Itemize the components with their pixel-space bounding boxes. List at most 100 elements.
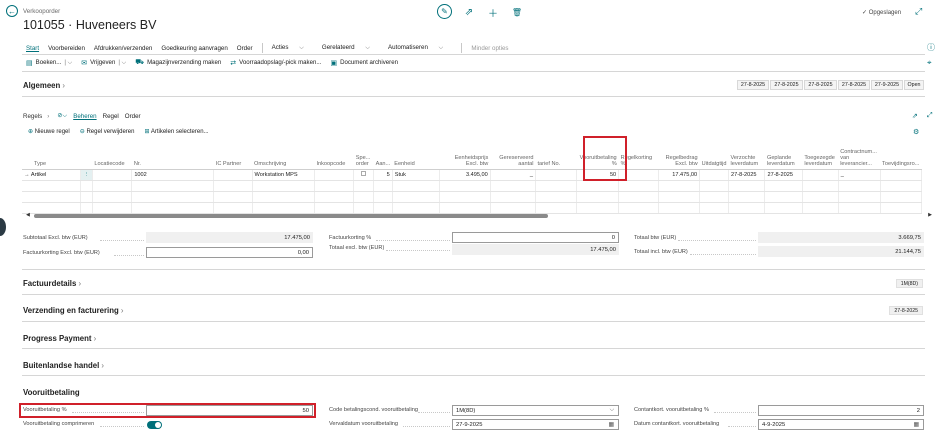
- col-outbound-time[interactable]: Uitdatgtijd: [699, 147, 729, 170]
- cell-ic-partner[interactable]: [213, 169, 253, 181]
- calendar-icon[interactable]: ▦: [609, 422, 614, 428]
- menu-request-approval[interactable]: Goedkeuring aanvragen: [161, 45, 227, 52]
- cell-no[interactable]: 1002: [131, 169, 215, 181]
- prepayment-disc-date-input[interactable]: 4-9-2025 ▦: [758, 419, 924, 430]
- cell-outbound-time[interactable]: [699, 169, 729, 181]
- menu-automate[interactable]: Automatiseren ⌵: [388, 44, 452, 52]
- cell-contract-no[interactable]: _: [838, 169, 881, 181]
- col-unit[interactable]: Eenheid: [392, 147, 440, 170]
- archive-document-button[interactable]: ▣ Document archiveren: [330, 59, 398, 67]
- prepayment-due-input[interactable]: 27-9-2025 ▦: [452, 419, 619, 430]
- section-foreign-trade[interactable]: Buitenlandse handel ›: [23, 361, 104, 370]
- section-divider: [22, 348, 925, 349]
- col-line-amount[interactable]: Regelbedrag Excl. btw: [658, 147, 700, 170]
- expand-lines-button[interactable]: ⤢: [927, 112, 933, 120]
- create-shipment-button[interactable]: ⛟ Magazijnverzending maken: [135, 58, 221, 67]
- personalize-lines-button[interactable]: ⚙: [913, 128, 919, 136]
- back-button[interactable]: ←: [6, 5, 18, 17]
- open-new-window-button[interactable]: ⤢: [915, 6, 922, 17]
- create-pick-label: Voorraadopslag/-pick maken...: [239, 59, 322, 66]
- invoice-discount-amount-input[interactable]: 0,00: [146, 247, 313, 258]
- lines-view-button[interactable]: ⊘⌵: [57, 112, 67, 120]
- cell-special-order[interactable]: [353, 169, 375, 181]
- row-menu-button[interactable]: ⋮: [80, 169, 93, 181]
- cell-reserved[interactable]: _: [490, 169, 537, 181]
- col-type[interactable]: Type: [22, 147, 81, 170]
- cell-description[interactable]: Workstation MPS: [252, 169, 315, 181]
- create-pick-button[interactable]: ⇄ Voorraadopslag/-pick maken...: [230, 59, 321, 67]
- menu-start[interactable]: Start: [26, 45, 39, 52]
- share-button[interactable]: ⇗: [462, 5, 476, 19]
- dotted-leader: [114, 255, 144, 256]
- new-line-button[interactable]: ⊕ Nieuwe regel: [28, 128, 70, 135]
- post-button[interactable]: ▤ Boeken... | ⌵: [26, 59, 72, 67]
- share-lines-button[interactable]: ⇗: [912, 112, 918, 120]
- horizontal-scrollbar[interactable]: ◀ ▶: [26, 212, 932, 219]
- section-shipping[interactable]: Verzending en facturering ›: [23, 306, 124, 315]
- menu-print-send[interactable]: Afdrukken/verzenden: [94, 45, 152, 52]
- scrollbar-thumb[interactable]: [34, 214, 548, 218]
- cell-type[interactable]: → Artikel: [22, 169, 82, 181]
- cell-promised-date[interactable]: [802, 169, 839, 181]
- tab-lines[interactable]: Regels: [23, 113, 42, 120]
- cell-requested-date[interactable]: 27-8-2025: [728, 169, 766, 181]
- tab-line[interactable]: Regel: [103, 113, 119, 120]
- info-button[interactable]: ⓘ: [927, 42, 935, 53]
- col-unit-price[interactable]: Eenheidsprijs Excl. btw: [439, 147, 491, 170]
- table-row[interactable]: [22, 180, 923, 192]
- cell-purchasing-code[interactable]: [314, 169, 355, 181]
- prepayment-terms-select[interactable]: 1M(8D) ⌵: [452, 405, 619, 416]
- menu-actions[interactable]: Acties ⌵: [272, 44, 313, 52]
- menu-order[interactable]: Order: [237, 45, 253, 52]
- cell-line-amount[interactable]: 17.475,00: [658, 169, 701, 181]
- edit-button[interactable]: ✎: [437, 4, 452, 19]
- calendar-icon[interactable]: ▦: [914, 422, 919, 428]
- table-row[interactable]: [22, 191, 923, 203]
- col-planned-date[interactable]: Geplande leverdatum: [764, 147, 803, 170]
- section-prepayment-title[interactable]: Vooruitbetaling: [23, 388, 80, 397]
- invoice-discount-pct-input[interactable]: 0: [452, 232, 619, 243]
- cell-tariff-no[interactable]: [535, 169, 578, 181]
- checkbox[interactable]: [361, 171, 367, 176]
- new-button[interactable]: ＋: [486, 5, 500, 20]
- col-location[interactable]: Locatiecode: [92, 147, 132, 170]
- col-ic-partner[interactable]: IC Partner: [213, 147, 253, 170]
- prepayment-disc-pct-input[interactable]: 2: [758, 405, 924, 416]
- prepayment-compress-toggle[interactable]: [147, 421, 162, 429]
- menu-related[interactable]: Gerelateerd ⌵: [322, 44, 379, 52]
- cell-unit[interactable]: Stuk: [392, 169, 441, 181]
- truck-icon: ⛟: [135, 59, 145, 66]
- table-row[interactable]: [22, 202, 923, 214]
- col-description[interactable]: Omschrijving: [252, 147, 315, 170]
- delete-line-button[interactable]: ⊖ Regel verwijderen: [80, 128, 135, 135]
- col-purchasing-code[interactable]: Inkoopcode: [314, 147, 354, 170]
- pin-button[interactable]: ⌖: [927, 58, 932, 68]
- side-pane-handle[interactable]: [0, 218, 6, 236]
- cell-location[interactable]: [92, 169, 133, 181]
- col-requested-date[interactable]: Verzochte leverdatum: [728, 147, 765, 170]
- delete-button[interactable]: 🗑: [510, 5, 524, 19]
- col-no[interactable]: Nr.: [131, 147, 214, 170]
- menu-prepare[interactable]: Voorbereiden: [48, 45, 85, 52]
- section-invoice-details[interactable]: Factuurdetails ›: [23, 279, 81, 288]
- release-button[interactable]: ✉ Vrijgeven | ⌵: [81, 59, 126, 67]
- cell-unit-price[interactable]: 3.495,00: [439, 169, 491, 181]
- col-allocation[interactable]: Toevijdingsro...: [880, 147, 922, 170]
- arrow-right-icon: →: [24, 171, 30, 178]
- col-special-order[interactable]: Spe... order: [353, 147, 374, 170]
- select-items-button[interactable]: ⊞ Artikelen selecteren...: [144, 128, 208, 135]
- tab-manage[interactable]: Beheren: [73, 113, 96, 120]
- tab-order[interactable]: Order: [125, 113, 141, 120]
- col-quantity[interactable]: Aan...: [373, 147, 393, 170]
- table-row[interactable]: → Artikel ⋮ 1002 Workstation MPS 5 Stuk …: [22, 169, 923, 181]
- col-contract-no[interactable]: Contractnum... van leverancier...: [838, 147, 881, 170]
- cell-allocation[interactable]: [880, 169, 923, 181]
- col-reserved[interactable]: Gereserveerd aantal: [490, 147, 536, 170]
- cell-quantity[interactable]: 5: [373, 169, 393, 181]
- section-progress-payment[interactable]: Progress Payment ›: [23, 334, 96, 343]
- col-promised-date[interactable]: Toegezegde leverdatum: [802, 147, 839, 170]
- menu-fewer-options[interactable]: Minder opties: [471, 45, 508, 52]
- col-tariff-no[interactable]: tarief No.: [535, 147, 577, 170]
- section-general[interactable]: Algemeen ›: [23, 81, 65, 90]
- cell-planned-date[interactable]: 27-8-2025: [764, 169, 803, 181]
